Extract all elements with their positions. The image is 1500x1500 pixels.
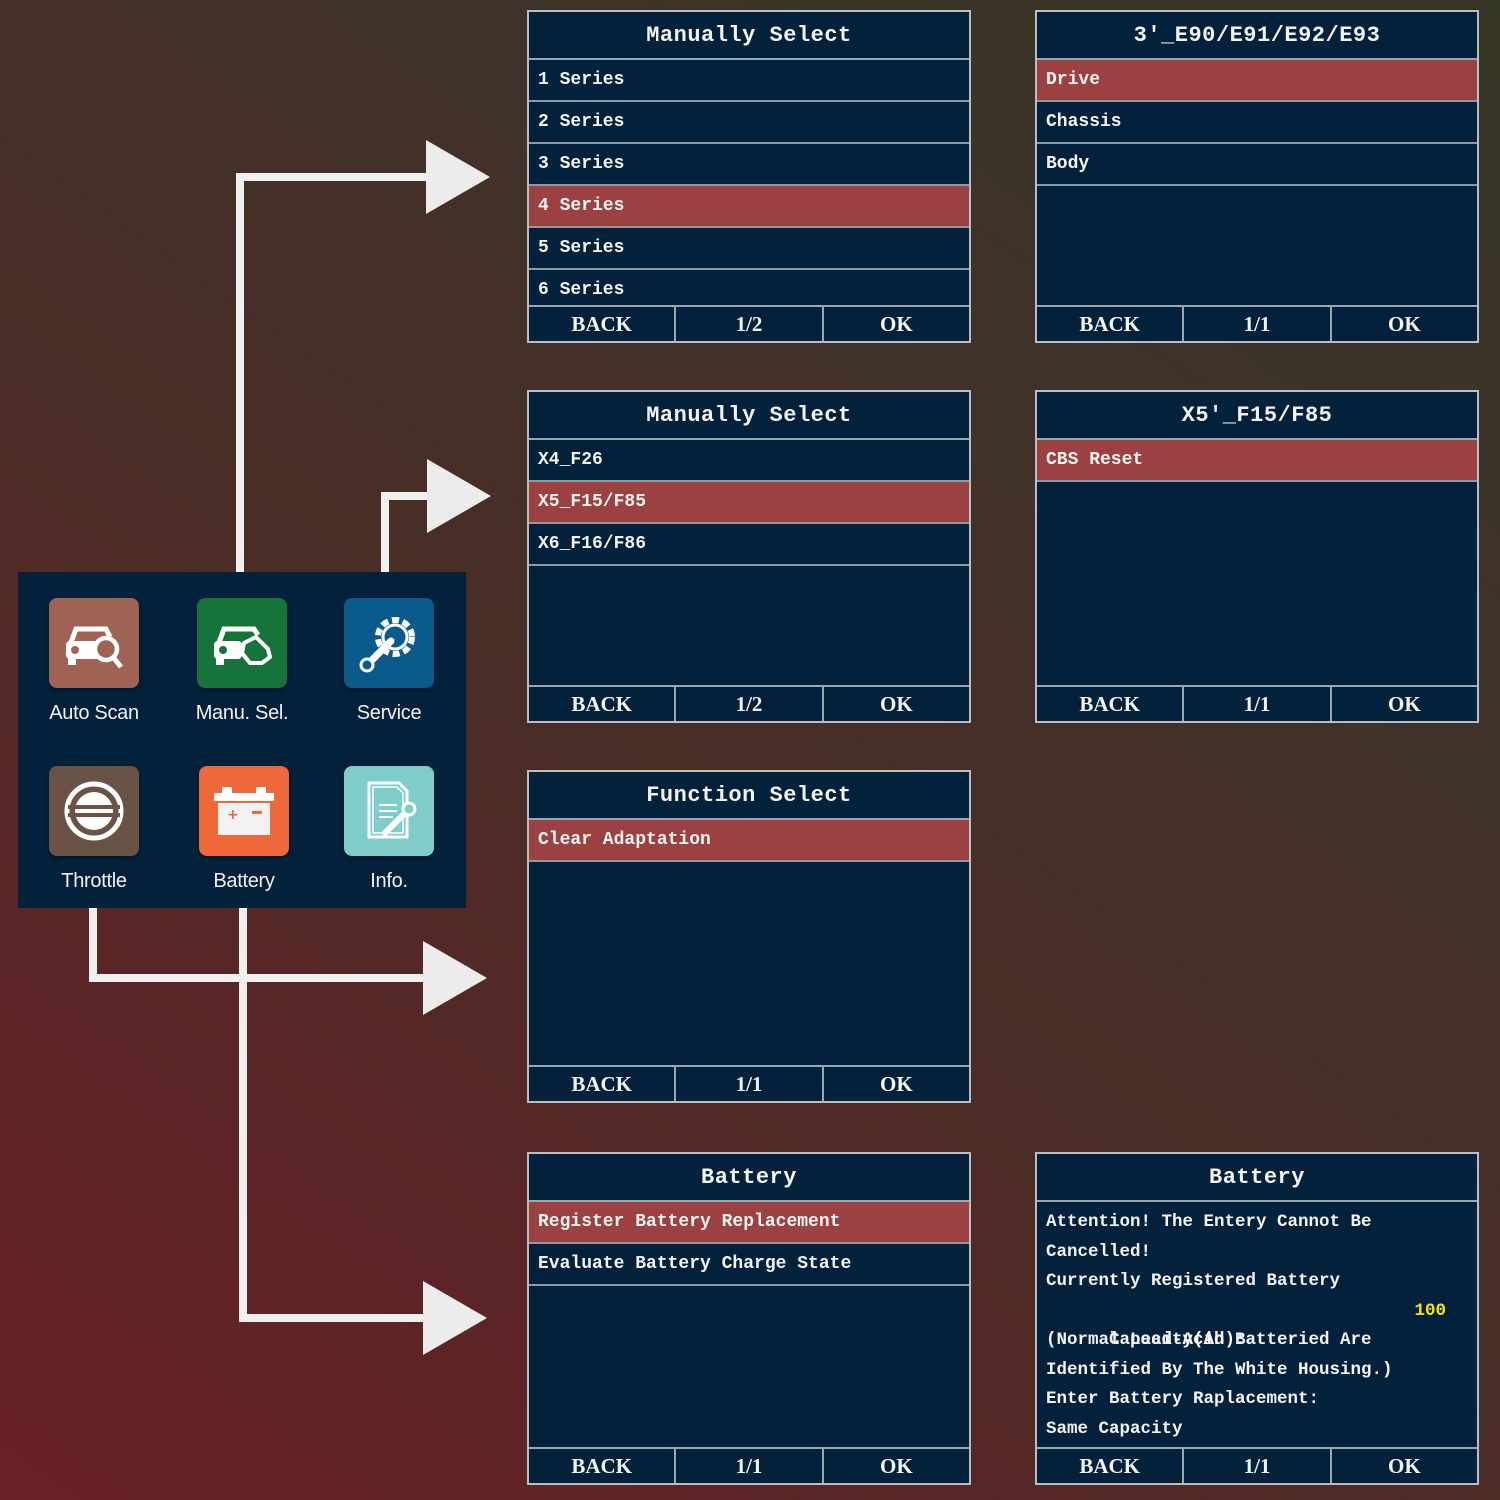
menu-tile-auto-scan[interactable]: Auto Scan	[20, 598, 168, 725]
list-item-selected[interactable]: X5_F15/F85	[529, 482, 969, 524]
menu-label-manual-select: Manu. Sel.	[195, 702, 289, 724]
home-menu-panel: Auto Scan Manu. Sel. Service Throttle + …	[18, 572, 466, 908]
screen-title: Manually Select	[529, 392, 969, 440]
ok-button[interactable]: OK	[821, 687, 969, 721]
ok-button[interactable]: OK	[821, 307, 969, 341]
list-item[interactable]: X4_F26	[529, 440, 969, 482]
message-line: Enter Battery Raplacement:	[1046, 1389, 1320, 1409]
message-line: Same Capacity	[1046, 1418, 1183, 1439]
list-item[interactable]: 5 Series	[529, 228, 969, 270]
ok-button[interactable]: OK	[821, 1449, 969, 1483]
list-item[interactable]: 6 Series	[529, 270, 969, 310]
screen-title: Battery	[529, 1154, 969, 1202]
screen-footer: BACK 1/1 OK	[529, 1447, 969, 1483]
page-indicator: 1/1	[1182, 307, 1329, 341]
message-line: (Normal Lead-Acid Batteried Are	[1046, 1330, 1372, 1350]
gear-wrench-icon	[344, 598, 434, 688]
message-body: Attention! The Entery Cannot Be Cancelle…	[1037, 1202, 1477, 1444]
menu-tile-service[interactable]: Service	[315, 598, 463, 725]
screen-title: Battery	[1037, 1154, 1477, 1202]
page-indicator: 1/1	[674, 1449, 821, 1483]
page-indicator: 1/1	[1182, 687, 1329, 721]
arrowhead-3	[423, 941, 487, 1015]
page-indicator: 1/1	[1182, 1449, 1329, 1483]
back-button[interactable]: BACK	[1037, 1449, 1182, 1483]
page-indicator: 1/1	[674, 1067, 821, 1101]
list-item[interactable]: Chassis	[1037, 102, 1477, 144]
back-button[interactable]: BACK	[529, 687, 674, 721]
back-button[interactable]: BACK	[529, 307, 674, 341]
ok-button[interactable]: OK	[1329, 307, 1477, 341]
capacity-line: Capacity(Ah): 100	[1046, 1297, 1468, 1351]
throttle-icon	[49, 766, 139, 856]
screen-footer: BACK 1/1 OK	[1037, 1447, 1477, 1483]
menu-tile-info[interactable]: Info.	[315, 766, 463, 893]
screen-manual-select-series: Manually Select 1 Series 2 Series 3 Seri…	[527, 10, 971, 343]
screen-footer: BACK 1/1 OK	[1037, 685, 1477, 721]
screen-manual-select-x: Manually Select X4_F26 X5_F15/F85 X6_F16…	[527, 390, 971, 723]
list-item-selected[interactable]: Drive	[1037, 60, 1477, 102]
screen-title: Manually Select	[529, 12, 969, 60]
list-item[interactable]: 2 Series	[529, 102, 969, 144]
screen-function-select: Function Select Clear Adaptation BACK 1/…	[527, 770, 971, 1103]
list-item-selected[interactable]: Clear Adaptation	[529, 820, 969, 862]
screen-e90-systems: 3′_E90/E91/E92/E93 Drive Chassis Body BA…	[1035, 10, 1479, 343]
arrow-battery-to-battery-menu	[239, 840, 428, 1322]
capacity-value: 100	[1414, 1300, 1446, 1321]
page-indicator: 1/2	[674, 307, 821, 341]
list-item[interactable]: 1 Series	[529, 60, 969, 102]
page-indicator: 1/2	[674, 687, 821, 721]
menu-label-battery: Battery	[213, 870, 275, 892]
list-item[interactable]: Body	[1037, 144, 1477, 186]
menu-label-info: Info.	[370, 870, 408, 892]
svg-text:+: +	[227, 807, 239, 823]
message-line: Identified By The White Housing.)	[1046, 1359, 1393, 1380]
list-item-selected[interactable]: CBS Reset	[1037, 440, 1477, 482]
arrow-manu-sel-to-manual-select	[236, 173, 430, 606]
document-wrench-icon	[344, 766, 434, 856]
message-line: Attention! The Entery Cannot Be	[1046, 1212, 1372, 1232]
battery-icon: +	[199, 766, 289, 856]
screen-battery-menu: Battery Register Battery Replacement Eva…	[527, 1152, 971, 1485]
menu-label-throttle: Throttle	[61, 870, 127, 892]
menu-tile-throttle[interactable]: Throttle	[20, 766, 168, 893]
list-item[interactable]: X6_F16/F86	[529, 524, 969, 566]
list-item[interactable]: Evaluate Battery Charge State	[529, 1244, 969, 1286]
menu-label-service: Service	[356, 702, 422, 724]
menu-label-auto-scan: Auto Scan	[49, 702, 139, 724]
car-hand-icon	[197, 598, 287, 688]
screen-title: X5′_F15/F85	[1037, 392, 1477, 440]
message-line: Cancelled!	[1046, 1241, 1152, 1262]
ok-button[interactable]: OK	[1329, 687, 1477, 721]
ok-button[interactable]: OK	[1329, 1449, 1477, 1483]
list-item-selected[interactable]: Register Battery Replacement	[529, 1202, 969, 1244]
message-line: Currently Registered Battery	[1046, 1271, 1341, 1291]
car-search-icon	[49, 598, 139, 688]
back-button[interactable]: BACK	[529, 1067, 674, 1101]
ok-button[interactable]: OK	[821, 1067, 969, 1101]
back-button[interactable]: BACK	[1037, 307, 1182, 341]
back-button[interactable]: BACK	[1037, 687, 1182, 721]
screen-footer: BACK 1/2 OK	[529, 685, 969, 721]
arrowhead-4	[423, 1281, 487, 1355]
arrowhead-2	[427, 459, 491, 533]
screen-x5-service: X5′_F15/F85 CBS Reset BACK 1/1 OK	[1035, 390, 1479, 723]
screen-footer: BACK 1/1 OK	[1037, 305, 1477, 341]
screen-footer: BACK 1/1 OK	[529, 1065, 969, 1101]
screen-battery-message: Battery Attention! The Entery Cannot Be …	[1035, 1152, 1479, 1485]
menu-tile-battery[interactable]: + Battery	[170, 766, 318, 893]
list-item[interactable]: 3 Series	[529, 144, 969, 186]
screen-title: 3′_E90/E91/E92/E93	[1037, 12, 1477, 60]
back-button[interactable]: BACK	[529, 1449, 674, 1483]
screen-footer: BACK 1/2 OK	[529, 305, 969, 341]
menu-tile-manual-select[interactable]: Manu. Sel.	[168, 598, 316, 725]
list-item-selected[interactable]: 4 Series	[529, 186, 969, 228]
arrowhead-1	[426, 140, 490, 214]
screen-title: Function Select	[529, 772, 969, 820]
